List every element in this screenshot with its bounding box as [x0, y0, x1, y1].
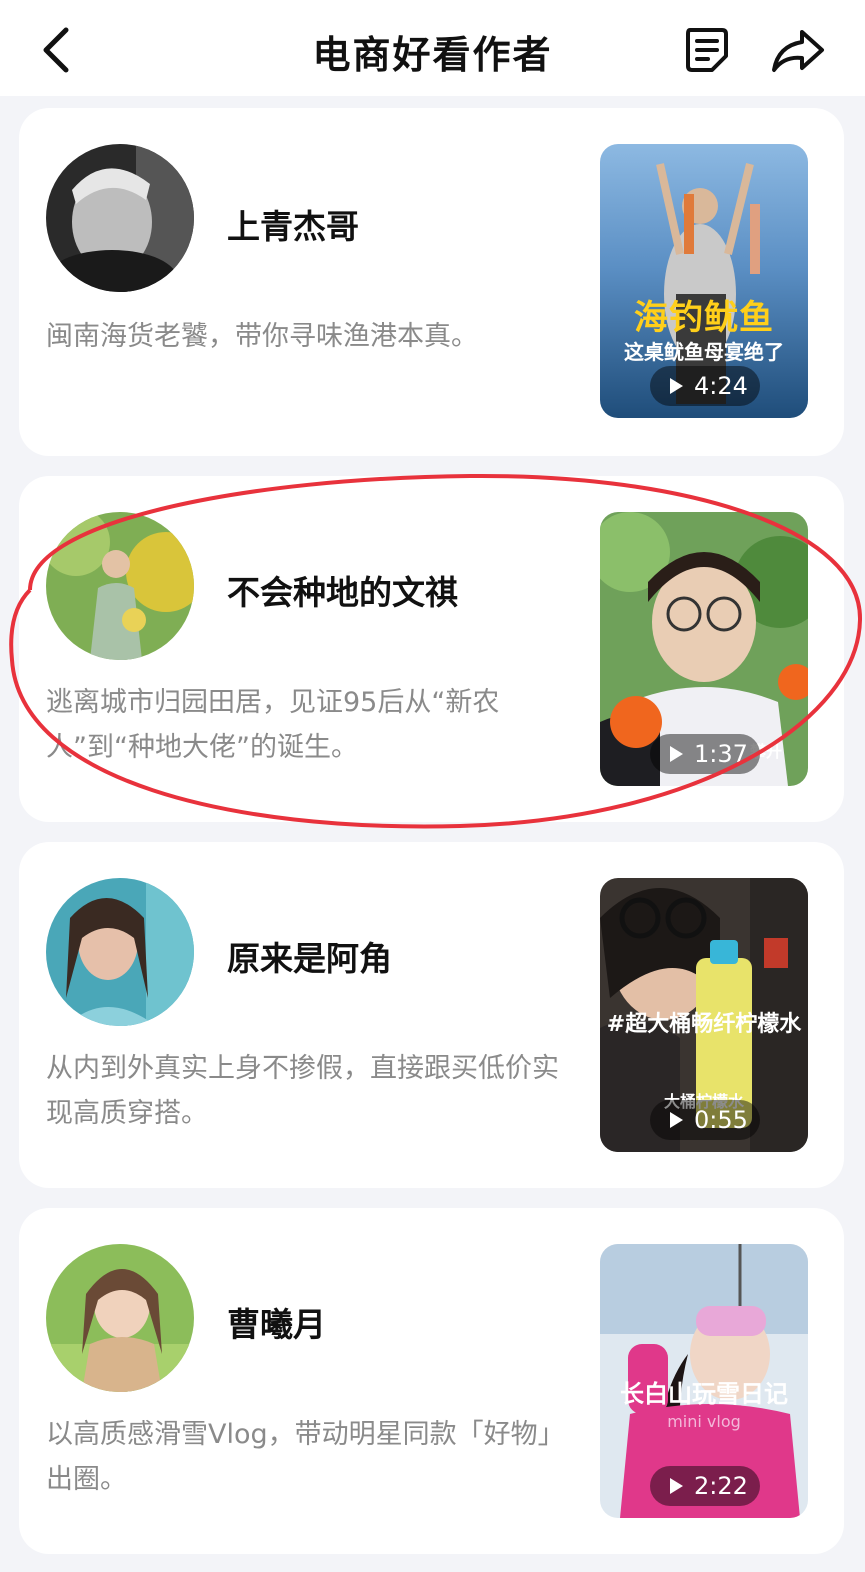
video-thumbnail[interactable]: 长白山玩雪日记 mini vlog 2:22	[600, 1244, 808, 1518]
author-desc: 逃离城市归园田居，见证95后从“新农人”到“种地大佬”的诞生。	[46, 687, 500, 763]
video-duration: 1:37	[650, 734, 760, 774]
thumbnail-subtitle: 这桌鱿鱼母宴绝了	[624, 340, 784, 364]
video-thumbnail[interactable]: 海钓鱿鱼 这桌鱿鱼母宴绝了 4:24	[600, 144, 808, 418]
duration-text: 0:55	[694, 1106, 748, 1134]
share-arrow-icon	[772, 30, 824, 72]
thumbnail-title: 海钓鱿鱼	[634, 298, 774, 338]
avatar	[46, 512, 194, 660]
thumbnail-title: #超大桶畅纤柠檬水	[606, 1012, 802, 1037]
author-name: 不会种地的文祺	[227, 573, 458, 612]
video-duration: 0:55	[650, 1100, 760, 1140]
video-duration: 4:24	[650, 366, 760, 406]
play-icon	[670, 746, 683, 762]
video-duration: 2:22	[650, 1466, 760, 1506]
play-icon	[670, 1112, 683, 1128]
note-icon	[686, 28, 728, 72]
author-name: 上青杰哥	[227, 207, 359, 246]
play-icon	[670, 1478, 683, 1494]
author-desc: 闽南海货老饕，带你寻味渔港本真。	[46, 321, 478, 352]
page-title: 电商好看作者	[312, 33, 553, 77]
note-button[interactable]	[682, 24, 732, 76]
author-card[interactable]: 上青杰哥 闽南海货老饕，带你寻味渔港本真。 海钓鱿鱼 这桌鱿鱼母宴绝了 4:24	[19, 108, 844, 456]
duration-text: 2:22	[694, 1472, 748, 1500]
video-thumbnail[interactable]: #超大桶畅纤柠檬水 大桶柠檬水 0:55	[600, 878, 808, 1152]
author-card[interactable]: 曹曦月 以高质感滑雪Vlog，带动明星同款「好物」出圈。 长白山玩雪日记 min…	[19, 1208, 844, 1554]
play-icon	[670, 378, 683, 394]
author-name: 曹曦月	[227, 1305, 326, 1344]
thumbnail-subtitle: mini vlog	[667, 1412, 741, 1431]
author-name: 原来是阿角	[227, 939, 392, 978]
author-desc: 从内到外真实上身不掺假，直接跟买低价实现高质穿搭。	[46, 1053, 559, 1129]
duration-text: 4:24	[694, 372, 748, 400]
author-desc: 以高质感滑雪Vlog，带动明星同款「好物」出圈。	[46, 1419, 565, 1495]
avatar	[46, 144, 194, 292]
author-card[interactable]: 不会种地的文祺 逃离城市归园田居，见证95后从“新农人”到“种地大佬”的诞生。 …	[19, 476, 844, 822]
thumbnail-title: 长白山玩雪日记	[620, 1380, 788, 1408]
top-bar: 电商好看作者	[0, 0, 865, 96]
duration-text: 1:37	[694, 740, 748, 768]
avatar	[46, 878, 194, 1026]
author-card[interactable]: 原来是阿角 从内到外真实上身不掺假，直接跟买低价实现高质穿搭。 #超大桶畅纤柠檬…	[19, 842, 844, 1188]
video-thumbnail[interactable]: 攀升 1:37	[600, 512, 808, 786]
share-button[interactable]	[768, 24, 828, 76]
avatar	[46, 1244, 194, 1392]
